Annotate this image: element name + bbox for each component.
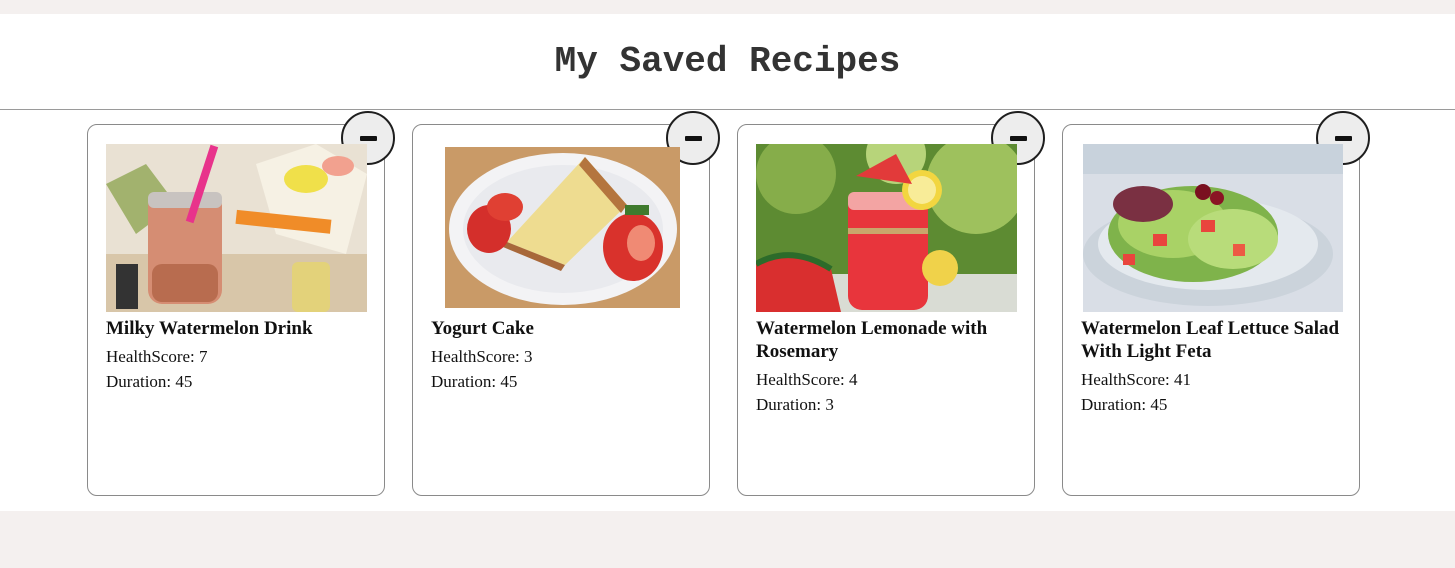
recipe-title[interactable]: Yogurt Cake (431, 317, 693, 340)
recipe-title[interactable]: Watermelon Lemonade with Rosemary (756, 317, 1018, 363)
recipe-image[interactable] (445, 147, 680, 308)
recipe-title[interactable]: Milky Watermelon Drink (106, 317, 368, 340)
health-score: HealthScore: 41 (1081, 370, 1191, 389)
recipe-image[interactable] (106, 144, 367, 312)
health-score: HealthScore: 3 (431, 347, 533, 366)
recipe-image[interactable] (1083, 144, 1343, 312)
recipe-card[interactable]: Milky Watermelon Drink HealthScore: 7 Du… (87, 111, 395, 496)
health-score: HealthScore: 4 (756, 370, 858, 389)
health-score: HealthScore: 7 (106, 347, 208, 366)
minus-icon (359, 135, 377, 141)
recipe-card[interactable]: Watermelon Lemonade with Rosemary Health… (737, 111, 1045, 496)
recipe-card[interactable]: Watermelon Leaf Lettuce Salad With Light… (1062, 111, 1370, 496)
minus-icon (1334, 135, 1352, 141)
page-title: My Saved Recipes (554, 41, 901, 82)
duration: Duration: 3 (756, 395, 834, 414)
minus-icon (1009, 135, 1027, 141)
saved-recipes-panel: My Saved Recipes Milky Watermelon Drink … (0, 14, 1455, 511)
header: My Saved Recipes (0, 14, 1455, 110)
minus-icon (684, 135, 702, 141)
duration: Duration: 45 (106, 372, 193, 391)
recipe-title[interactable]: Watermelon Leaf Lettuce Salad With Light… (1081, 317, 1343, 363)
duration: Duration: 45 (431, 372, 518, 391)
recipe-image[interactable] (756, 144, 1017, 312)
duration: Duration: 45 (1081, 395, 1168, 414)
recipe-card[interactable]: Yogurt Cake HealthScore: 3 Duration: 45 (412, 111, 720, 496)
